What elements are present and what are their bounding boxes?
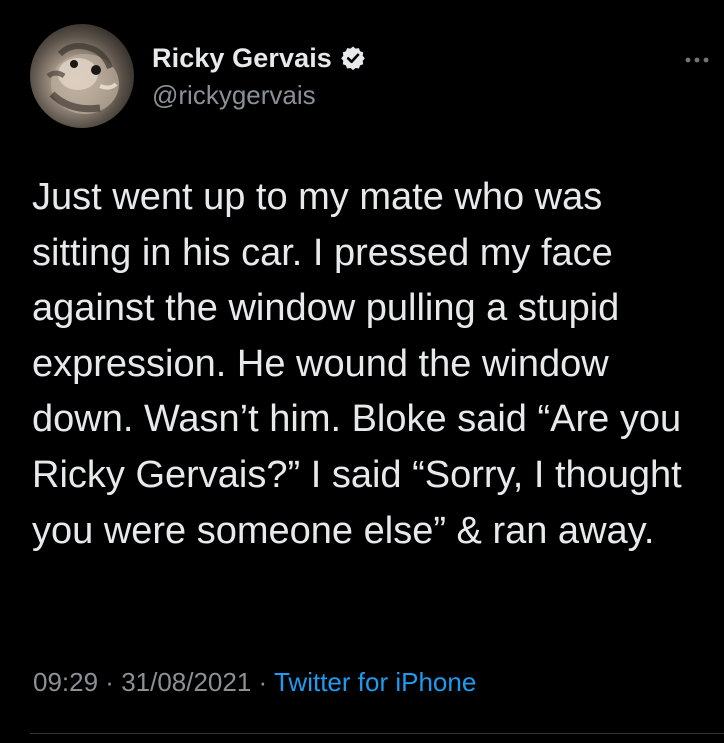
tweet-metadata: 09:29 · 31/08/2021 · Twitter for iPhone	[33, 667, 476, 698]
more-options-icon[interactable]	[684, 52, 710, 63]
meta-separator: ·	[251, 667, 274, 697]
author-avatar[interactable]	[30, 24, 134, 128]
tweet-card: Ricky Gervais @rickygervais Just went up…	[0, 0, 724, 743]
cat-photo-icon	[46, 43, 119, 114]
tweet-source-link[interactable]: Twitter for iPhone	[274, 667, 476, 697]
tweet-text: Just went up to my mate who was sitting …	[32, 176, 682, 552]
author-display-name[interactable]: Ricky Gervais	[152, 43, 332, 74]
author-name-row[interactable]: Ricky Gervais	[152, 40, 366, 76]
verified-badge-icon	[340, 45, 366, 71]
divider	[30, 733, 724, 734]
meta-separator: ·	[98, 667, 122, 697]
author-handle[interactable]: @rickygervais	[152, 80, 316, 111]
tweet-time[interactable]: 09:29	[33, 667, 98, 697]
tweet-date[interactable]: 31/08/2021	[121, 667, 251, 697]
